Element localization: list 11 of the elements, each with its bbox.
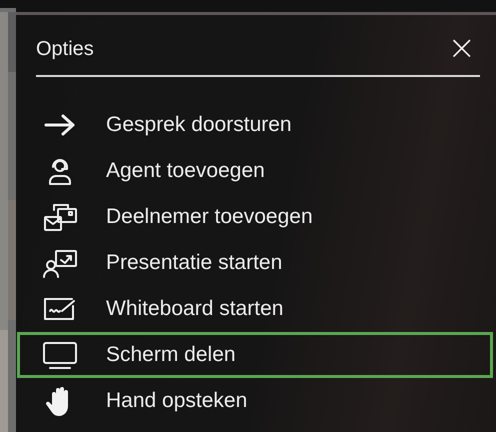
monitor-icon [40,339,80,371]
close-button[interactable]: × [444,31,480,65]
presenter-icon [40,247,80,279]
menu-item[interactable]: Scherm delen [17,332,493,378]
menu-item[interactable]: Agent toevoegen [17,148,493,194]
panel-title: Opties [36,36,94,60]
menu-item[interactable]: Hand opsteken [17,378,493,424]
menu-item[interactable]: Deelnemer toevoegen [17,194,493,240]
menu-item[interactable]: Presentatie starten [17,240,493,286]
menu-item[interactable]: Whiteboard starten [17,286,493,332]
menu-item[interactable]: Gesprek doorsturen [17,102,493,148]
